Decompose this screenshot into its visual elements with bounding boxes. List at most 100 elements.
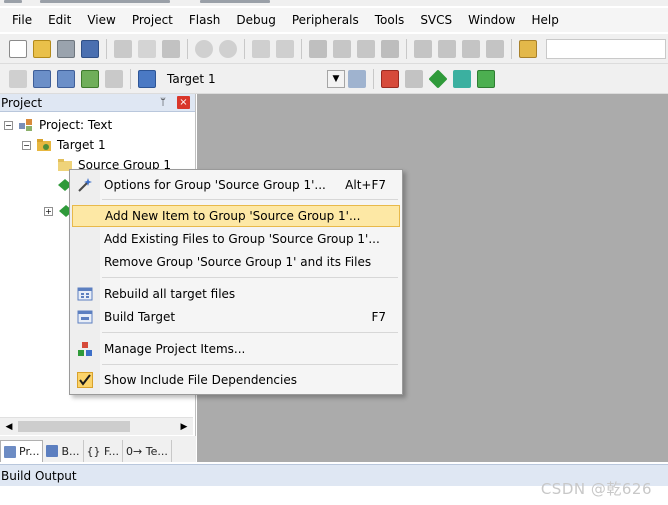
menu-item-rebuild-all[interactable]: Rebuild all target files bbox=[72, 283, 400, 305]
manage-components-icon[interactable] bbox=[381, 69, 399, 88]
paste-icon[interactable] bbox=[162, 39, 180, 58]
pack-installer-icon[interactable] bbox=[453, 69, 471, 88]
pin-icon[interactable]: ᛘ bbox=[157, 97, 169, 109]
menu-project[interactable]: Project bbox=[124, 10, 181, 30]
bookmark-prev-icon[interactable] bbox=[333, 39, 351, 58]
batch-build-icon[interactable] bbox=[81, 69, 99, 88]
toolbar-separator bbox=[187, 38, 188, 59]
menu-item-add-new-item[interactable]: Add New Item to Group 'Source Group 1'..… bbox=[72, 205, 400, 227]
tab-books-label: B... bbox=[61, 444, 80, 458]
scrollbar-thumb[interactable] bbox=[18, 421, 130, 432]
context-menu: Options for Group 'Source Group 1'... Al… bbox=[69, 169, 403, 395]
rebuild-icon[interactable] bbox=[57, 69, 75, 88]
tree-target-label: Target 1 bbox=[57, 138, 106, 152]
unindent-icon[interactable] bbox=[438, 39, 456, 58]
tab-project-label: Pr... bbox=[19, 445, 40, 458]
menu-help[interactable]: Help bbox=[523, 10, 566, 30]
build-toolbar: Target 1 ▼ bbox=[0, 64, 668, 94]
bookmark-icon[interactable] bbox=[309, 39, 327, 58]
translate-icon[interactable] bbox=[9, 69, 27, 88]
title-fragment bbox=[40, 0, 170, 3]
menu-item-add-existing-files[interactable]: Add Existing Files to Group 'Source Grou… bbox=[72, 228, 400, 250]
navigate-forward-icon[interactable] bbox=[276, 39, 294, 58]
run-time-env-icon[interactable] bbox=[477, 69, 495, 88]
file-extensions-icon[interactable] bbox=[405, 69, 423, 88]
menu-separator bbox=[102, 332, 398, 333]
menu-item-label: Show Include File Dependencies bbox=[104, 373, 297, 387]
tab-books[interactable]: B... bbox=[43, 440, 84, 462]
menu-view[interactable]: View bbox=[79, 10, 123, 30]
menu-tools[interactable]: Tools bbox=[367, 10, 413, 30]
menu-item-icon-placeholder bbox=[78, 208, 94, 224]
green-diamond-icon[interactable] bbox=[428, 68, 448, 89]
menu-file[interactable]: File bbox=[4, 10, 40, 30]
menu-item-show-include-deps[interactable]: Show Include File Dependencies bbox=[72, 369, 400, 391]
toolbar-separator bbox=[130, 68, 131, 89]
chevron-down-icon[interactable]: ▼ bbox=[327, 69, 345, 88]
menu-item-options-for-group[interactable]: Options for Group 'Source Group 1'... Al… bbox=[72, 174, 400, 196]
menu-edit[interactable]: Edit bbox=[40, 10, 79, 30]
download-icon[interactable] bbox=[138, 69, 156, 88]
tree-project-label: Project: Text bbox=[39, 118, 113, 132]
menu-item-shortcut: Alt+F7 bbox=[345, 178, 386, 192]
build-icon[interactable] bbox=[33, 69, 51, 88]
menu-item-remove-group[interactable]: Remove Group 'Source Group 1' and its Fi… bbox=[72, 251, 400, 273]
save-all-icon[interactable] bbox=[81, 39, 99, 58]
menu-item-shortcut: F7 bbox=[371, 310, 386, 324]
collapse-icon[interactable]: − bbox=[22, 140, 31, 150]
scroll-right-icon[interactable]: ▶ bbox=[176, 419, 192, 435]
navigate-back-icon[interactable] bbox=[252, 39, 270, 58]
find-in-files-icon[interactable] bbox=[519, 39, 537, 58]
bookmark-clear-icon[interactable] bbox=[381, 39, 399, 58]
toolbar-separator bbox=[244, 38, 245, 59]
target-select-value: Target 1 bbox=[167, 71, 216, 86]
horizontal-scrollbar[interactable]: ◀ ▶ bbox=[0, 417, 193, 435]
tree-target[interactable]: − Target 1 bbox=[22, 135, 106, 155]
expand-icon[interactable]: + bbox=[44, 206, 53, 216]
menu-item-label: Options for Group 'Source Group 1'... bbox=[104, 178, 326, 192]
menu-item-icon-placeholder bbox=[77, 254, 93, 270]
project-pane-tabs: Pr... B... {} F... 0→ Te... bbox=[0, 436, 196, 462]
menu-peripherals[interactable]: Peripherals bbox=[284, 10, 367, 30]
menu-item-build-target[interactable]: Build Target F7 bbox=[72, 306, 400, 328]
menu-item-label: Remove Group 'Source Group 1' and its Fi… bbox=[104, 255, 372, 269]
menu-item-label: Add New Item to Group 'Source Group 1'..… bbox=[105, 209, 361, 223]
menu-item-icon-placeholder bbox=[77, 231, 93, 247]
tree-project[interactable]: − Project: Text bbox=[4, 115, 112, 135]
tab-templates[interactable]: 0→ Te... bbox=[123, 440, 172, 462]
redo-icon[interactable] bbox=[219, 39, 237, 58]
stop-build-icon[interactable] bbox=[105, 69, 123, 88]
toolbar-separator bbox=[301, 38, 302, 59]
menu-svcs[interactable]: SVCS bbox=[412, 10, 460, 30]
cut-icon[interactable] bbox=[114, 39, 132, 58]
target-folder-icon bbox=[36, 138, 52, 152]
bookmark-next-icon[interactable] bbox=[357, 39, 375, 58]
options-wand-icon[interactable] bbox=[348, 69, 366, 88]
menu-separator bbox=[102, 364, 398, 365]
undo-icon[interactable] bbox=[195, 39, 213, 58]
comment-icon[interactable] bbox=[462, 39, 480, 58]
find-combo[interactable] bbox=[546, 38, 666, 59]
tab-functions[interactable]: {} F... bbox=[84, 440, 124, 462]
manage-items-icon bbox=[77, 341, 93, 357]
collapse-icon[interactable]: − bbox=[4, 120, 13, 130]
target-select[interactable]: Target 1 ▼ bbox=[165, 67, 345, 90]
close-icon[interactable]: × bbox=[177, 96, 190, 109]
title-bar bbox=[0, 0, 668, 6]
open-folder-icon[interactable] bbox=[33, 39, 51, 58]
menu-debug[interactable]: Debug bbox=[228, 10, 283, 30]
menu-flash[interactable]: Flash bbox=[181, 10, 228, 30]
tab-project[interactable]: Pr... bbox=[0, 440, 44, 462]
save-icon[interactable] bbox=[57, 39, 75, 58]
project-icon bbox=[18, 118, 34, 132]
title-fragment bbox=[4, 0, 22, 3]
scroll-left-icon[interactable]: ◀ bbox=[1, 419, 17, 435]
menu-item-manage-project-items[interactable]: Manage Project Items... bbox=[72, 338, 400, 360]
copy-icon[interactable] bbox=[138, 39, 156, 58]
menu-window[interactable]: Window bbox=[460, 10, 523, 30]
uncomment-icon[interactable] bbox=[486, 39, 504, 58]
indent-icon[interactable] bbox=[414, 39, 432, 58]
new-file-icon[interactable] bbox=[9, 39, 27, 58]
context-menu-icon-column bbox=[70, 170, 100, 394]
watermark: CSDN @乾626 bbox=[540, 480, 652, 498]
